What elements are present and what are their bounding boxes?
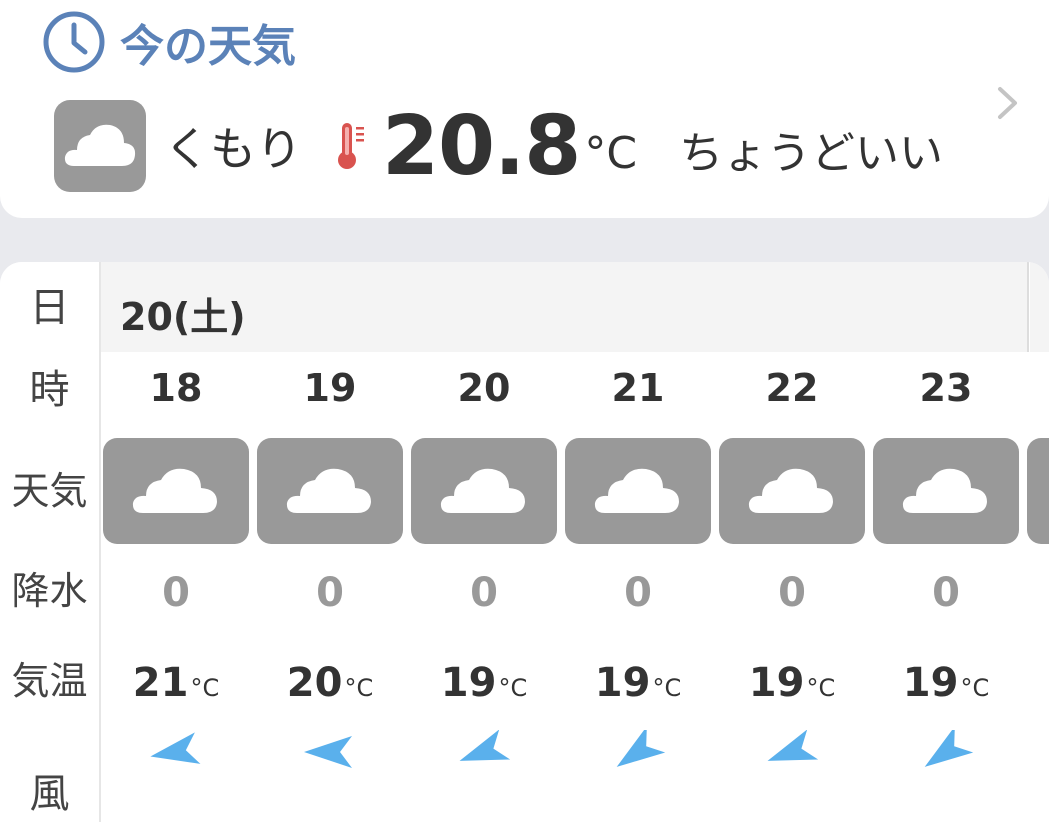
current-condition-label: くもり xyxy=(164,122,302,176)
precipitation-value: 0 xyxy=(932,570,960,616)
temperature-cell: 19°C xyxy=(871,660,1021,706)
temperature-cell: 20°C xyxy=(255,660,405,706)
wind-direction-icon xyxy=(304,736,352,768)
hour-column: 18 0 21°C xyxy=(101,262,255,822)
temperature-unit: °C xyxy=(498,674,528,702)
cloud-icon xyxy=(257,438,403,544)
temperature-cell: 21°C xyxy=(101,660,251,706)
cloud-icon xyxy=(565,438,711,544)
temperature-unit: °C xyxy=(960,674,990,702)
temperature-value: 19 xyxy=(440,660,497,706)
temperature-value: 19 xyxy=(902,660,959,706)
row-label-wind: 風 xyxy=(29,771,70,817)
wind-direction-icon xyxy=(767,730,819,761)
wind-direction-icon xyxy=(150,732,201,764)
current-weather-header: 今の天気 xyxy=(42,8,296,76)
temperature-value: 20 xyxy=(286,660,343,706)
current-weather-title: 今の天気 xyxy=(120,21,296,72)
wind-direction-icon xyxy=(459,730,511,761)
precipitation-value: 0 xyxy=(778,570,806,616)
temperature-value: 19 xyxy=(594,660,651,706)
date-divider xyxy=(1027,262,1029,352)
cloud-icon xyxy=(719,438,865,544)
current-weather-card[interactable]: 今の天気 くもり 20.8 °C ちょうどいい xyxy=(0,0,1049,218)
row-label-date: 日 xyxy=(29,285,70,331)
cloud-icon xyxy=(411,438,557,544)
hour-column: 20 0 19°C xyxy=(409,262,563,822)
temperature-value: 19 xyxy=(748,660,805,706)
next-date-strip xyxy=(1030,262,1049,352)
clock-icon xyxy=(43,11,105,73)
current-temperature-unit: °C xyxy=(584,127,638,179)
chevron-right-icon[interactable] xyxy=(995,86,1021,120)
row-label-weather: 天気 xyxy=(11,469,88,513)
temperature-unit: °C xyxy=(806,674,836,702)
temperature-value: 21 xyxy=(132,660,189,706)
cloud-icon xyxy=(873,438,1019,544)
temperature-cell: 19°C xyxy=(563,660,713,706)
cloud-icon xyxy=(103,438,249,544)
precipitation-value: 0 xyxy=(624,570,652,616)
row-label-hour: 時 xyxy=(29,367,70,413)
hour-column: 21 0 19°C xyxy=(563,262,717,822)
temperature-cell: 19°C xyxy=(717,660,867,706)
row-labels: 日 時 天気 降水 気温 風 xyxy=(0,262,101,822)
temperature-unit: °C xyxy=(344,674,374,702)
temperature-cell: 19°C xyxy=(409,660,559,706)
cloud-icon xyxy=(1027,438,1049,544)
cloud-icon xyxy=(54,100,146,192)
current-weather-summary: くもり 20.8 °C ちょうどいい xyxy=(54,96,943,196)
temperature-unit: °C xyxy=(190,674,220,702)
precipitation-value: 0 xyxy=(470,570,498,616)
wind-direction-icon xyxy=(924,730,974,767)
hour-label: 19 xyxy=(303,366,357,410)
row-label-precip: 降水 xyxy=(11,569,88,613)
hour-column: 23 0 19°C xyxy=(871,262,1025,822)
hour-label: 23 xyxy=(919,366,973,410)
temperature-unit: °C xyxy=(652,674,682,702)
hour-label: 21 xyxy=(611,366,665,410)
hour-label: 20 xyxy=(457,366,511,410)
thermometer-icon xyxy=(338,123,364,169)
current-temperature: 20.8 xyxy=(382,98,581,194)
hour-column: 19 0 20°C xyxy=(255,262,409,822)
row-label-temp: 気温 xyxy=(11,659,88,703)
precipitation-value: 0 xyxy=(316,570,344,616)
hourly-forecast-card[interactable]: 20(土) 18 0 21°C 19 0 20°C 20 0 19°C 21 0 19°C 22 0 19°… xyxy=(0,262,1049,822)
hour-label: 18 xyxy=(149,366,203,410)
feel-label: ちょうどいい xyxy=(679,128,944,179)
wind-direction-icon xyxy=(616,730,666,767)
hour-column: 22 0 19°C xyxy=(717,262,871,822)
hour-label: 22 xyxy=(765,366,819,410)
precipitation-value: 0 xyxy=(162,570,190,616)
